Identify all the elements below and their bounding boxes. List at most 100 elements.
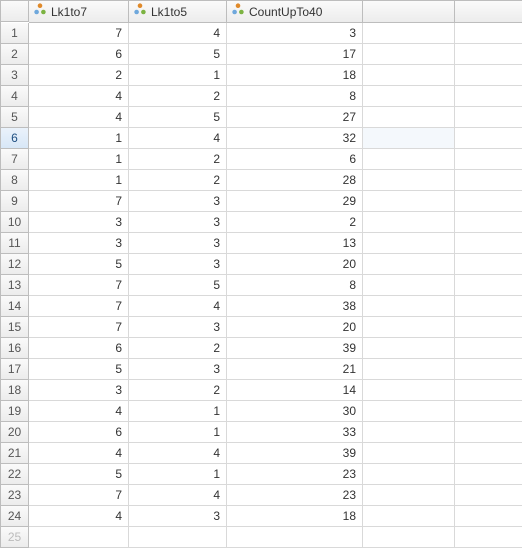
data-cell[interactable] [455,506,522,527]
row-header[interactable]: 13 [1,275,29,296]
data-cell[interactable]: 1 [29,128,129,149]
data-cell[interactable]: 3 [129,317,227,338]
data-cell[interactable] [363,191,455,212]
data-cell[interactable] [363,338,455,359]
data-cell[interactable]: 20 [227,254,363,275]
column-header[interactable]: CountUpTo40 [227,1,363,23]
data-cell[interactable]: 33 [227,422,363,443]
data-cell[interactable]: 1 [29,149,129,170]
data-cell[interactable] [455,359,522,380]
data-cell[interactable] [455,191,522,212]
data-cell[interactable] [363,359,455,380]
data-cell[interactable]: 7 [29,191,129,212]
data-cell[interactable] [363,86,455,107]
row-header[interactable]: 3 [1,65,29,86]
data-grid[interactable]: Lk1to7Lk1to5CountUpTo4017432651732118442… [0,0,522,548]
data-cell[interactable] [363,107,455,128]
data-cell[interactable]: 1 [129,401,227,422]
data-cell[interactable]: 5 [29,359,129,380]
row-header[interactable]: 2 [1,44,29,65]
data-cell[interactable]: 17 [227,44,363,65]
data-cell[interactable]: 1 [129,422,227,443]
data-cell[interactable]: 32 [227,128,363,149]
row-header[interactable]: 6 [1,128,29,149]
data-cell[interactable]: 20 [227,317,363,338]
data-cell-empty[interactable] [363,527,455,548]
data-cell[interactable]: 7 [29,296,129,317]
row-header[interactable]: 10 [1,212,29,233]
data-cell[interactable] [455,296,522,317]
data-cell[interactable]: 14 [227,380,363,401]
data-cell[interactable]: 4 [129,128,227,149]
data-cell[interactable] [363,149,455,170]
data-cell[interactable]: 3 [29,380,129,401]
data-cell-empty[interactable] [227,527,363,548]
data-cell[interactable] [455,65,522,86]
data-cell[interactable] [455,380,522,401]
data-cell[interactable] [455,338,522,359]
data-cell[interactable] [363,506,455,527]
data-cell[interactable]: 30 [227,401,363,422]
row-header[interactable]: 5 [1,107,29,128]
data-cell[interactable]: 3 [129,212,227,233]
data-cell[interactable]: 23 [227,464,363,485]
row-header[interactable]: 1 [1,23,29,44]
data-cell[interactable]: 7 [29,485,129,506]
data-cell[interactable] [363,23,455,44]
column-header[interactable]: Lk1to7 [29,1,129,23]
data-cell[interactable] [363,485,455,506]
data-cell[interactable] [455,275,522,296]
data-cell[interactable] [455,422,522,443]
data-cell[interactable]: 1 [129,464,227,485]
data-cell[interactable]: 3 [29,233,129,254]
data-cell[interactable] [455,23,522,44]
data-cell[interactable] [363,443,455,464]
data-cell[interactable]: 2 [129,380,227,401]
data-cell[interactable]: 6 [29,422,129,443]
data-cell[interactable] [455,86,522,107]
data-cell[interactable] [363,317,455,338]
data-cell[interactable]: 2 [29,65,129,86]
data-cell[interactable] [363,65,455,86]
data-cell[interactable]: 5 [129,44,227,65]
data-cell[interactable]: 1 [29,170,129,191]
data-cell[interactable] [363,212,455,233]
data-cell[interactable]: 4 [29,401,129,422]
data-cell[interactable] [455,464,522,485]
row-header[interactable]: 22 [1,464,29,485]
data-cell[interactable]: 3 [129,233,227,254]
row-header[interactable]: 19 [1,401,29,422]
data-cell[interactable]: 6 [29,44,129,65]
data-cell[interactable]: 5 [29,464,129,485]
data-cell[interactable]: 27 [227,107,363,128]
data-cell[interactable]: 18 [227,65,363,86]
data-cell[interactable] [363,254,455,275]
data-cell-empty[interactable] [129,527,227,548]
data-cell[interactable]: 8 [227,86,363,107]
column-header[interactable]: Lk1to5 [129,1,227,23]
row-header[interactable]: 23 [1,485,29,506]
data-cell[interactable]: 13 [227,233,363,254]
data-cell[interactable]: 3 [129,359,227,380]
data-cell[interactable]: 4 [129,485,227,506]
data-cell[interactable]: 4 [29,443,129,464]
data-cell[interactable] [455,317,522,338]
data-cell[interactable] [455,212,522,233]
data-cell[interactable] [363,44,455,65]
data-cell[interactable]: 23 [227,485,363,506]
row-header[interactable]: 11 [1,233,29,254]
row-header-phantom[interactable]: 25 [1,527,29,548]
data-cell[interactable]: 5 [129,107,227,128]
data-cell[interactable]: 2 [129,86,227,107]
data-cell[interactable]: 7 [29,275,129,296]
row-header[interactable]: 14 [1,296,29,317]
data-cell[interactable] [455,401,522,422]
data-cell[interactable]: 5 [129,275,227,296]
data-cell[interactable] [455,233,522,254]
data-cell[interactable]: 4 [29,506,129,527]
data-cell[interactable]: 8 [227,275,363,296]
data-cell[interactable]: 29 [227,191,363,212]
data-cell[interactable]: 3 [129,506,227,527]
data-cell[interactable]: 7 [29,23,129,44]
row-header[interactable]: 8 [1,170,29,191]
